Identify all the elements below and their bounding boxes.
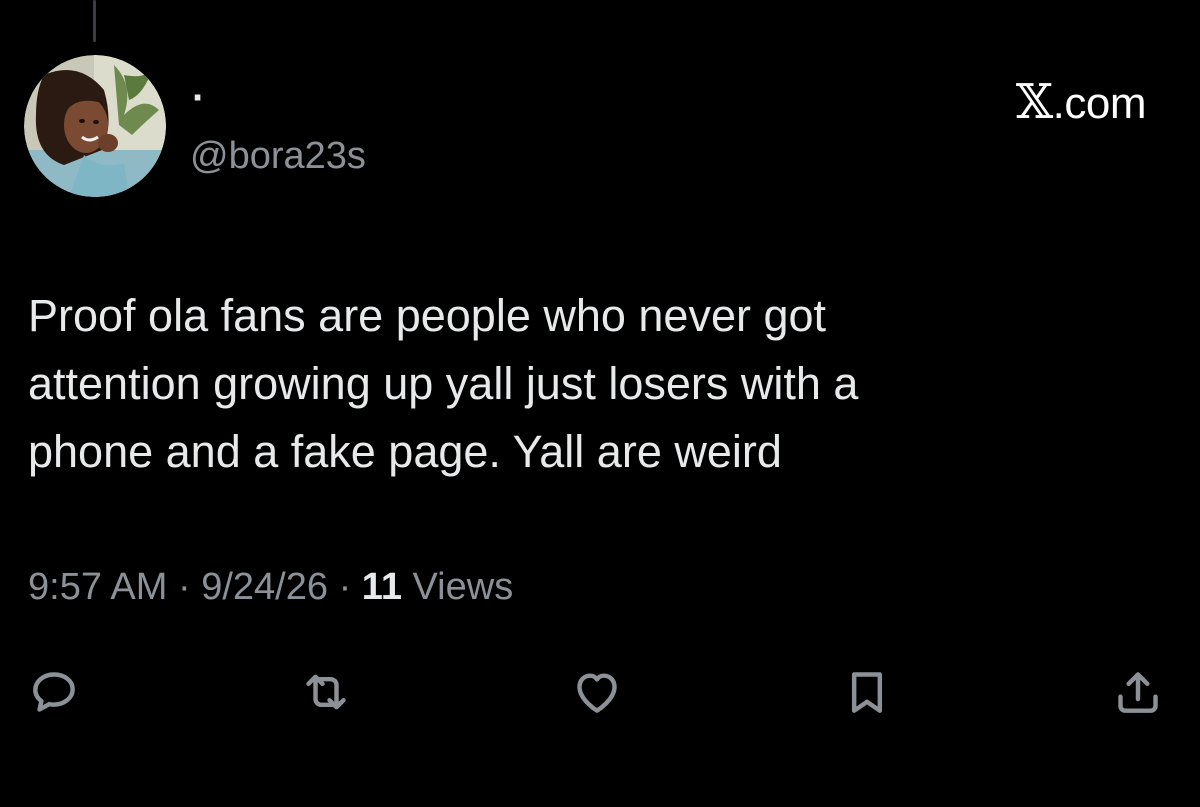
views-label: Views <box>412 566 514 608</box>
bookmark-icon <box>851 672 883 713</box>
brand-watermark: 𝕏.com <box>1016 78 1147 128</box>
reply-icon <box>33 672 75 712</box>
meta-separator: · <box>338 566 352 608</box>
tweet-date[interactable]: 9/24/26 <box>201 566 328 608</box>
views-count: 11 <box>361 566 402 608</box>
x-logo-glyph: 𝕏 <box>1015 74 1053 130</box>
user-display-name[interactable]: · <box>192 78 205 118</box>
repost-icon <box>306 674 346 710</box>
heart-icon <box>577 673 617 713</box>
avatar[interactable] <box>24 55 166 197</box>
brand-suffix: .com <box>1052 79 1147 128</box>
tweet-action-bar <box>0 664 1200 724</box>
bookmark-button[interactable] <box>839 664 895 720</box>
tweet-meta: 9:57 AM · 9/24/26 · 11 Views <box>28 568 513 606</box>
thread-connector-line <box>93 0 96 42</box>
tweet-time[interactable]: 9:57 AM <box>28 566 167 608</box>
user-handle[interactable]: @bora23s <box>190 137 366 175</box>
meta-separator: · <box>177 566 191 608</box>
share-button[interactable] <box>1110 664 1166 720</box>
share-icon <box>1118 672 1158 713</box>
like-button[interactable] <box>569 664 625 720</box>
tweet-text: Proof ola fans are people who never got … <box>28 290 859 477</box>
avatar-image <box>24 55 166 197</box>
repost-button[interactable] <box>298 664 354 720</box>
reply-button[interactable] <box>26 664 82 720</box>
